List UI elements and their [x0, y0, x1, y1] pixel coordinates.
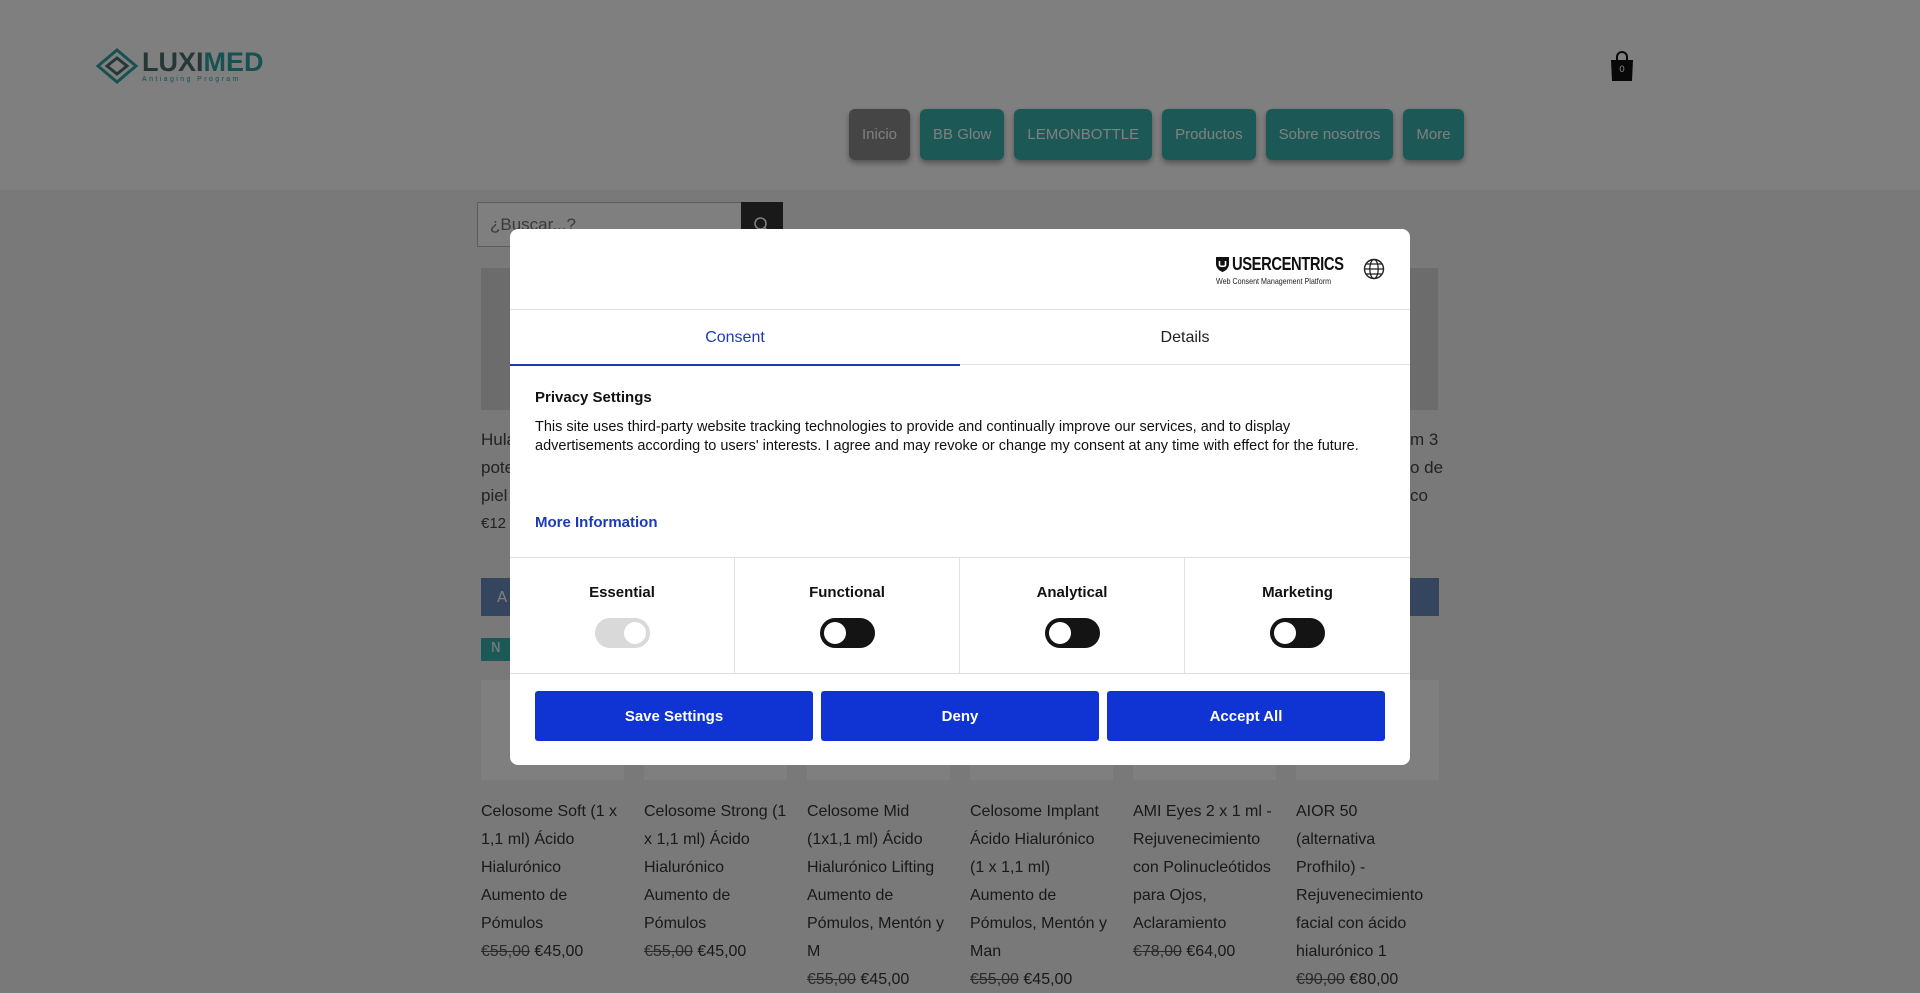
- category-analytical: Analytical: [960, 558, 1185, 674]
- more-information-link[interactable]: More Information: [535, 514, 658, 531]
- consent-tabs: Consent Details: [510, 311, 1410, 366]
- save-settings-button[interactable]: Save Settings: [535, 691, 813, 741]
- consent-actions: Save Settings Deny Accept All: [535, 691, 1385, 741]
- usercentrics-name: USERCENTRICS: [1232, 254, 1344, 274]
- consent-categories: Essential Functional Analytical Marketin…: [510, 557, 1410, 674]
- category-label: Functional: [809, 584, 885, 601]
- globe-icon[interactable]: [1363, 258, 1385, 280]
- essential-toggle: [594, 618, 650, 648]
- consent-body: Privacy Settings This site uses third-pa…: [535, 389, 1385, 474]
- functional-toggle[interactable]: [819, 618, 875, 648]
- shield-icon: [1216, 257, 1229, 272]
- tab-details[interactable]: Details: [960, 311, 1410, 365]
- category-label: Essential: [589, 584, 655, 601]
- category-essential: Essential: [510, 558, 735, 674]
- category-functional: Functional: [735, 558, 960, 674]
- analytical-toggle[interactable]: [1044, 618, 1100, 648]
- marketing-toggle[interactable]: [1270, 618, 1325, 648]
- tab-consent[interactable]: Consent: [510, 311, 960, 366]
- privacy-settings-title: Privacy Settings: [535, 389, 652, 406]
- category-label: Analytical: [1036, 584, 1108, 601]
- usercentrics-subtitle: Web Consent Management Platform: [1216, 276, 1332, 286]
- accept-all-button[interactable]: Accept All: [1107, 691, 1385, 741]
- category-marketing: Marketing: [1185, 558, 1410, 674]
- consent-dialog: USERCENTRICS Web Consent Management Plat…: [510, 229, 1410, 765]
- category-label: Marketing: [1262, 584, 1333, 601]
- consent-header: USERCENTRICS Web Consent Management Plat…: [510, 229, 1410, 310]
- deny-button[interactable]: Deny: [821, 691, 1099, 741]
- privacy-description: This site uses third-party website track…: [535, 419, 1359, 454]
